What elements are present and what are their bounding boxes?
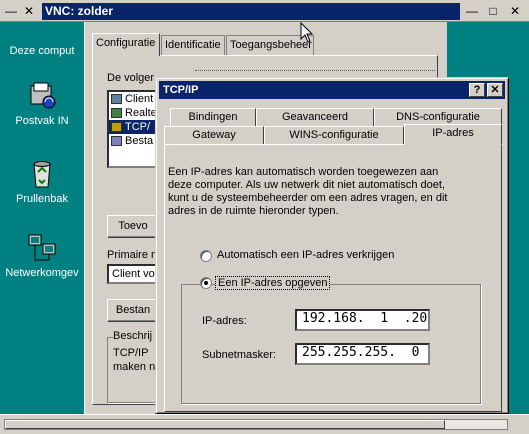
add-button[interactable]: Toevo	[107, 215, 159, 238]
radio-selected-dot	[204, 281, 208, 285]
description-text: maken n	[113, 361, 156, 373]
list-item-label: Realte	[125, 107, 157, 119]
help-button[interactable]: ?	[469, 83, 485, 97]
tab-configuratie[interactable]: Configuratie	[92, 33, 160, 56]
subnet-mask-field[interactable]: 255.255.255. 0	[295, 343, 430, 365]
component-list[interactable]: Client Realte TCP/ Besta	[107, 90, 159, 168]
list-item-label: TCP/	[125, 121, 151, 133]
desktop: Deze comput Postvak IN Prullenbak Netwer…	[0, 22, 84, 414]
list-item[interactable]: TCP/	[109, 120, 157, 134]
minimize-icon[interactable]: —	[465, 3, 479, 19]
desktop-icon-network[interactable]: Netwerkomgev	[0, 232, 84, 279]
inbox-icon	[30, 82, 56, 109]
client-icon	[111, 94, 122, 104]
tab-ip-adres[interactable]: IP-adres	[404, 124, 502, 145]
desktop-icon-label: Postvak IN	[15, 115, 69, 127]
component-list-label: De volger	[107, 72, 155, 84]
tab-bindingen[interactable]: Bindingen	[170, 108, 256, 127]
ip-address-field[interactable]: 192.168. 1 .20	[295, 309, 430, 331]
minimize-icon[interactable]: —	[4, 3, 18, 19]
adapter-icon	[111, 108, 122, 118]
primary-logon-label: Primaire n	[107, 249, 157, 261]
file-sharing-icon	[111, 136, 122, 146]
mouse-cursor-icon	[300, 22, 314, 43]
recycle-bin-icon	[33, 161, 51, 188]
radio-manual-ip[interactable]	[200, 277, 212, 289]
tab-identificatie[interactable]: Identificatie	[161, 35, 225, 55]
description-text: TCP/IP	[113, 347, 149, 359]
restore-icon[interactable]: □	[486, 3, 500, 19]
ip-address-label: IP-adres:	[202, 315, 247, 327]
desktop-icon-label: Netwerkomgev	[5, 267, 79, 279]
radio-auto-ip[interactable]	[200, 250, 212, 262]
desktop-icon-my-computer[interactable]: Deze comput	[0, 22, 84, 57]
close-icon[interactable]: ✕	[22, 3, 36, 19]
desktop-icon-recycle-bin[interactable]: Prullenbak	[0, 158, 84, 205]
vnc-titlebar[interactable]: — ✕ VNC: zolder — □ ✕	[0, 0, 529, 22]
file-sharing-button[interactable]: Bestan	[107, 299, 159, 322]
list-item-label: Client	[125, 93, 154, 105]
desktop-icon-label: Prullenbak	[16, 193, 68, 205]
tcpip-dialog: TCP/IP ? ✕ Bindingen Geavanceerd DNS-con…	[155, 77, 509, 414]
list-item[interactable]: Client	[109, 92, 157, 106]
radio-auto-ip-label[interactable]: Automatisch een IP-adres verkrijgen	[217, 249, 394, 261]
network-neighborhood-icon	[28, 234, 56, 261]
horizontal-scrollbar[interactable]	[0, 414, 529, 434]
desktop-icon-inbox[interactable]: Postvak IN	[0, 80, 84, 127]
tab-geavanceerd[interactable]: Geavanceerd	[256, 108, 374, 127]
close-icon[interactable]: ✕	[508, 3, 522, 19]
radio-manual-ip-label[interactable]: Een IP-adres opgeven	[215, 276, 331, 290]
ip-description: Een IP-adres kan automatisch worden toeg…	[168, 166, 448, 217]
subnet-mask-label: Subnetmasker:	[202, 349, 276, 361]
window-title: VNC: zolder	[42, 3, 460, 20]
dialog-title: TCP/IP	[163, 84, 199, 96]
scrollbar-thumb[interactable]	[5, 420, 445, 429]
primary-logon-select[interactable]: Client vo	[107, 264, 159, 284]
description-group-label: Beschrij	[113, 330, 157, 342]
list-item[interactable]: Realte	[109, 106, 157, 120]
list-item-label: Besta	[125, 135, 154, 147]
list-item[interactable]: Besta	[109, 134, 157, 148]
close-button[interactable]: ✕	[487, 83, 503, 97]
tab-gateway[interactable]: Gateway	[164, 126, 264, 145]
dialog-titlebar[interactable]: TCP/IP ? ✕	[159, 81, 505, 99]
desktop-icon-label: Deze comput	[9, 45, 75, 57]
protocol-icon	[111, 122, 122, 132]
tab-wins-configuratie[interactable]: WINS-configuratie	[264, 126, 404, 145]
